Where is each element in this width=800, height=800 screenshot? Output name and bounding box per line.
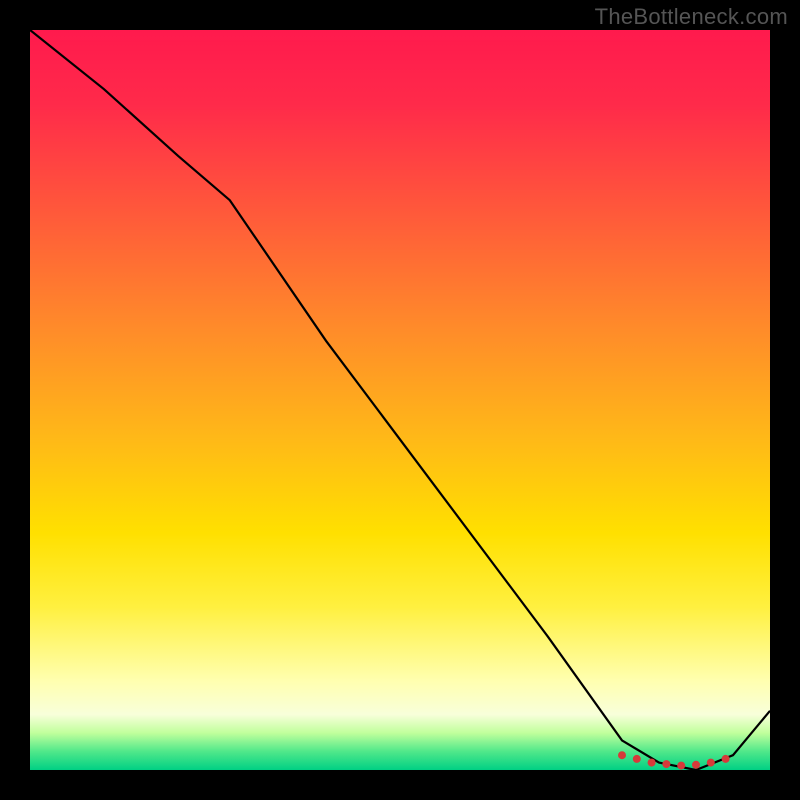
watermark-text: TheBottleneck.com [595,4,788,30]
marker-point [677,762,685,770]
series-line [30,30,770,770]
marker-point [662,760,670,768]
marker-point [618,751,626,759]
marker-point [707,759,715,767]
plot-area [30,30,770,770]
marker-point [648,759,656,767]
line-series [30,30,770,770]
chart-frame: TheBottleneck.com [0,0,800,800]
marker-point [692,761,700,769]
series-markers [618,751,730,769]
marker-point [722,755,730,763]
marker-point [633,755,641,763]
